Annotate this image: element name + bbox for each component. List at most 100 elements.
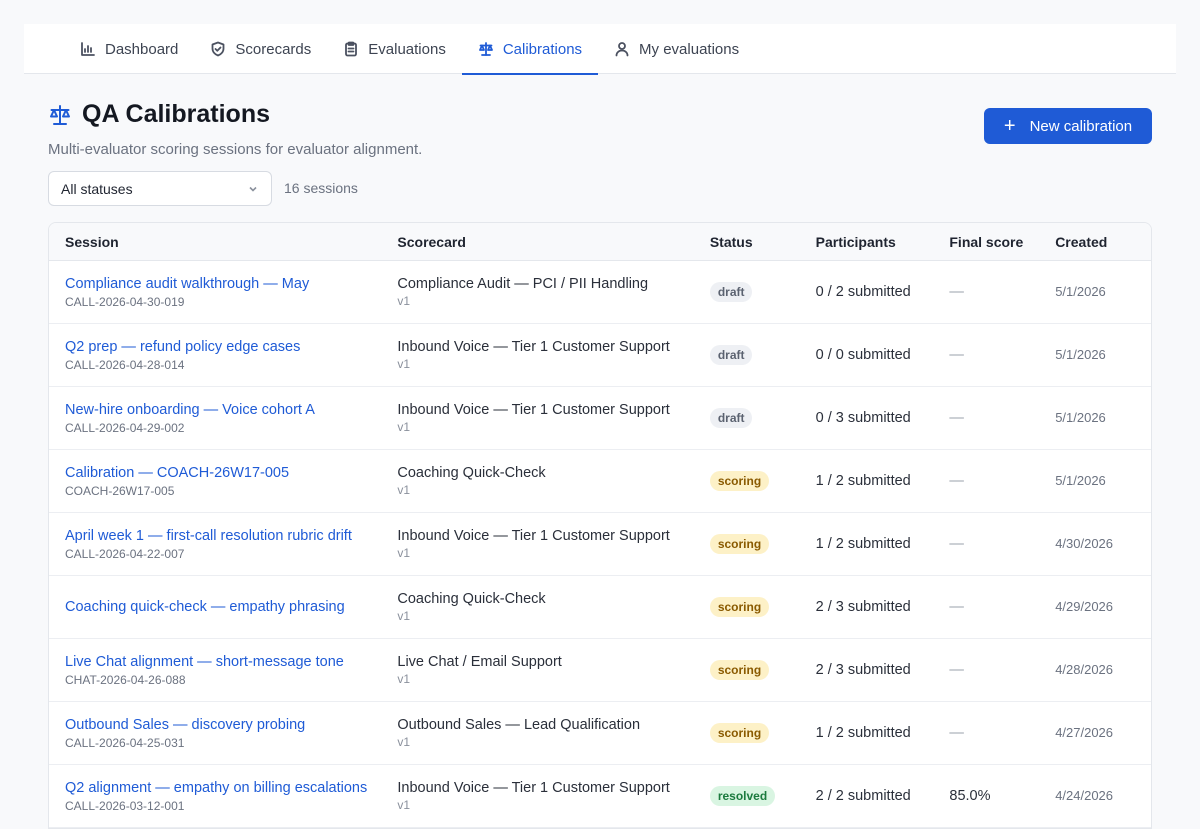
session-cell: April week 1 — first-call resolution rub…: [49, 528, 397, 561]
col-status[interactable]: Status: [710, 234, 816, 250]
created-date: 5/1/2026: [1055, 284, 1106, 299]
created-date: 4/24/2026: [1055, 788, 1114, 803]
scorecard-name: Inbound Voice — Tier 1 Customer Support: [397, 402, 670, 418]
participants-count: 0 / 3 submitted: [815, 410, 911, 426]
scorecard-cell: Live Chat / Email Support v1: [397, 654, 709, 686]
scorecard-cell: Compliance Audit — PCI / PII Handling v1: [397, 276, 709, 308]
status-badge: scoring: [709, 534, 770, 554]
page-title: QA Calibrations: [82, 100, 270, 128]
participants-cell: 2 / 3 submitted: [816, 661, 950, 679]
table-row[interactable]: New-hire onboarding — Voice cohort A CAL…: [49, 387, 1151, 450]
participants-cell: 1 / 2 submitted: [816, 724, 950, 742]
participants-cell: 2 / 2 submitted: [816, 787, 950, 805]
status-badge: scoring: [709, 660, 770, 680]
col-final-score[interactable]: Final score: [949, 234, 1055, 250]
session-id: CALL-2026-04-28-014: [65, 357, 185, 372]
session-link[interactable]: Q2 alignment — empathy on billing escala…: [65, 780, 397, 796]
final-score: —: [949, 599, 964, 615]
participants-count: 2 / 3 submitted: [815, 662, 911, 678]
created-cell: 4/27/2026: [1055, 724, 1151, 742]
tab-dashboard[interactable]: Dashboard: [64, 24, 194, 74]
session-id: CHAT-2026-04-26-088: [65, 672, 186, 687]
tab-calibrations[interactable]: Calibrations: [461, 24, 599, 75]
created-date: 5/1/2026: [1055, 473, 1106, 488]
scorecard-version: v1: [397, 483, 411, 497]
tab-my-evaluations[interactable]: My evaluations: [598, 24, 755, 74]
participants-cell: 1 / 2 submitted: [816, 472, 950, 490]
table-row[interactable]: April week 1 — first-call resolution rub…: [49, 513, 1151, 576]
table-row[interactable]: Coaching quick-check — empathy phrasing …: [49, 576, 1151, 639]
created-date: 4/30/2026: [1055, 536, 1114, 551]
session-count: 16 sessions: [284, 180, 358, 196]
final-score: —: [949, 536, 964, 552]
session-cell: Calibration — COACH-26W17-005 COACH-26W1…: [49, 465, 397, 498]
created-date: 4/28/2026: [1055, 662, 1114, 677]
scorecard-cell: Coaching Quick-Check v1: [397, 591, 709, 623]
status-cell: scoring: [709, 534, 816, 554]
status-badge: scoring: [709, 471, 770, 491]
table-row[interactable]: Q2 alignment — empathy on billing escala…: [49, 765, 1151, 828]
scorecard-version: v1: [397, 546, 411, 560]
tab-label: Dashboard: [105, 40, 179, 58]
table-row[interactable]: Q2 prep — refund policy edge cases CALL-…: [49, 324, 1151, 387]
final-score: —: [949, 473, 964, 489]
scorecard-version: v1: [397, 420, 411, 434]
status-cell: draft: [709, 345, 816, 365]
col-scorecard[interactable]: Scorecard: [397, 234, 709, 250]
table-row[interactable]: Calibration — COACH-26W17-005 COACH-26W1…: [49, 450, 1151, 513]
participants-cell: 0 / 2 submitted: [816, 283, 950, 301]
participants-cell: 0 / 0 submitted: [816, 346, 950, 364]
table-header: Session Scorecard Status Participants Fi…: [49, 223, 1151, 261]
session-link[interactable]: Compliance audit walkthrough — May: [65, 276, 397, 292]
scorecard-name: Outbound Sales — Lead Qualification: [397, 717, 641, 733]
session-link[interactable]: Calibration — COACH-26W17-005: [65, 465, 397, 481]
scale-icon: [50, 104, 70, 125]
nav-tabs: Dashboard Scorecards Evaluations Calibra…: [24, 24, 1176, 75]
session-link[interactable]: Q2 prep — refund policy edge cases: [65, 339, 397, 355]
tab-label: Scorecards: [235, 40, 312, 58]
status-filter-select[interactable]: All statuses: [48, 171, 272, 206]
col-created[interactable]: Created: [1055, 234, 1151, 250]
tab-evaluations[interactable]: Evaluations: [327, 24, 462, 74]
tab-label: Evaluations: [368, 40, 446, 58]
final-score: 85.0%: [949, 788, 991, 804]
session-link[interactable]: New-hire onboarding — Voice cohort A: [65, 402, 397, 418]
scorecard-cell: Inbound Voice — Tier 1 Customer Support …: [397, 339, 709, 371]
col-session[interactable]: Session: [49, 234, 397, 250]
final-score: —: [949, 662, 964, 678]
created-cell: 4/29/2026: [1055, 598, 1151, 616]
session-cell: Q2 alignment — empathy on billing escala…: [49, 780, 397, 813]
tab-scorecards[interactable]: Scorecards: [194, 24, 327, 74]
session-link[interactable]: Live Chat alignment — short-message tone: [65, 654, 397, 670]
final-score-cell: —: [949, 724, 1055, 742]
scorecard-name: Coaching Quick-Check: [397, 591, 546, 607]
plus-icon: +: [1003, 115, 1016, 137]
table-row[interactable]: Compliance audit walkthrough — May CALL-…: [49, 261, 1151, 324]
status-cell: scoring: [709, 660, 816, 680]
scorecard-name: Live Chat / Email Support: [397, 654, 562, 670]
session-id: CALL-2026-04-30-019: [65, 294, 185, 309]
session-link[interactable]: April week 1 — first-call resolution rub…: [65, 528, 397, 544]
tab-label: Calibrations: [502, 40, 583, 58]
final-score: —: [949, 410, 964, 426]
created-cell: 4/30/2026: [1055, 535, 1151, 553]
new-calibration-button[interactable]: + New calibration: [984, 108, 1152, 144]
final-score-cell: —: [949, 598, 1055, 616]
session-link[interactable]: Coaching quick-check — empathy phrasing: [65, 599, 397, 615]
table-row[interactable]: Outbound Sales — discovery probing CALL-…: [49, 702, 1151, 765]
session-link[interactable]: Outbound Sales — discovery probing: [65, 717, 397, 733]
scorecard-name: Compliance Audit — PCI / PII Handling: [397, 276, 649, 292]
created-cell: 4/28/2026: [1055, 661, 1151, 679]
status-filter-value: All statuses: [61, 180, 133, 197]
table-row[interactable]: Live Chat alignment — short-message tone…: [49, 639, 1151, 702]
col-participants[interactable]: Participants: [816, 234, 950, 250]
scorecard-version: v1: [397, 735, 411, 749]
scale-icon: [478, 42, 493, 56]
participants-cell: 2 / 3 submitted: [816, 598, 950, 616]
scorecard-cell: Coaching Quick-Check v1: [397, 465, 709, 497]
created-date: 4/29/2026: [1055, 599, 1114, 614]
status-cell: resolved: [709, 786, 816, 806]
created-cell: 4/24/2026: [1055, 787, 1151, 805]
final-score: —: [949, 284, 964, 300]
participants-count: 0 / 2 submitted: [815, 284, 911, 300]
